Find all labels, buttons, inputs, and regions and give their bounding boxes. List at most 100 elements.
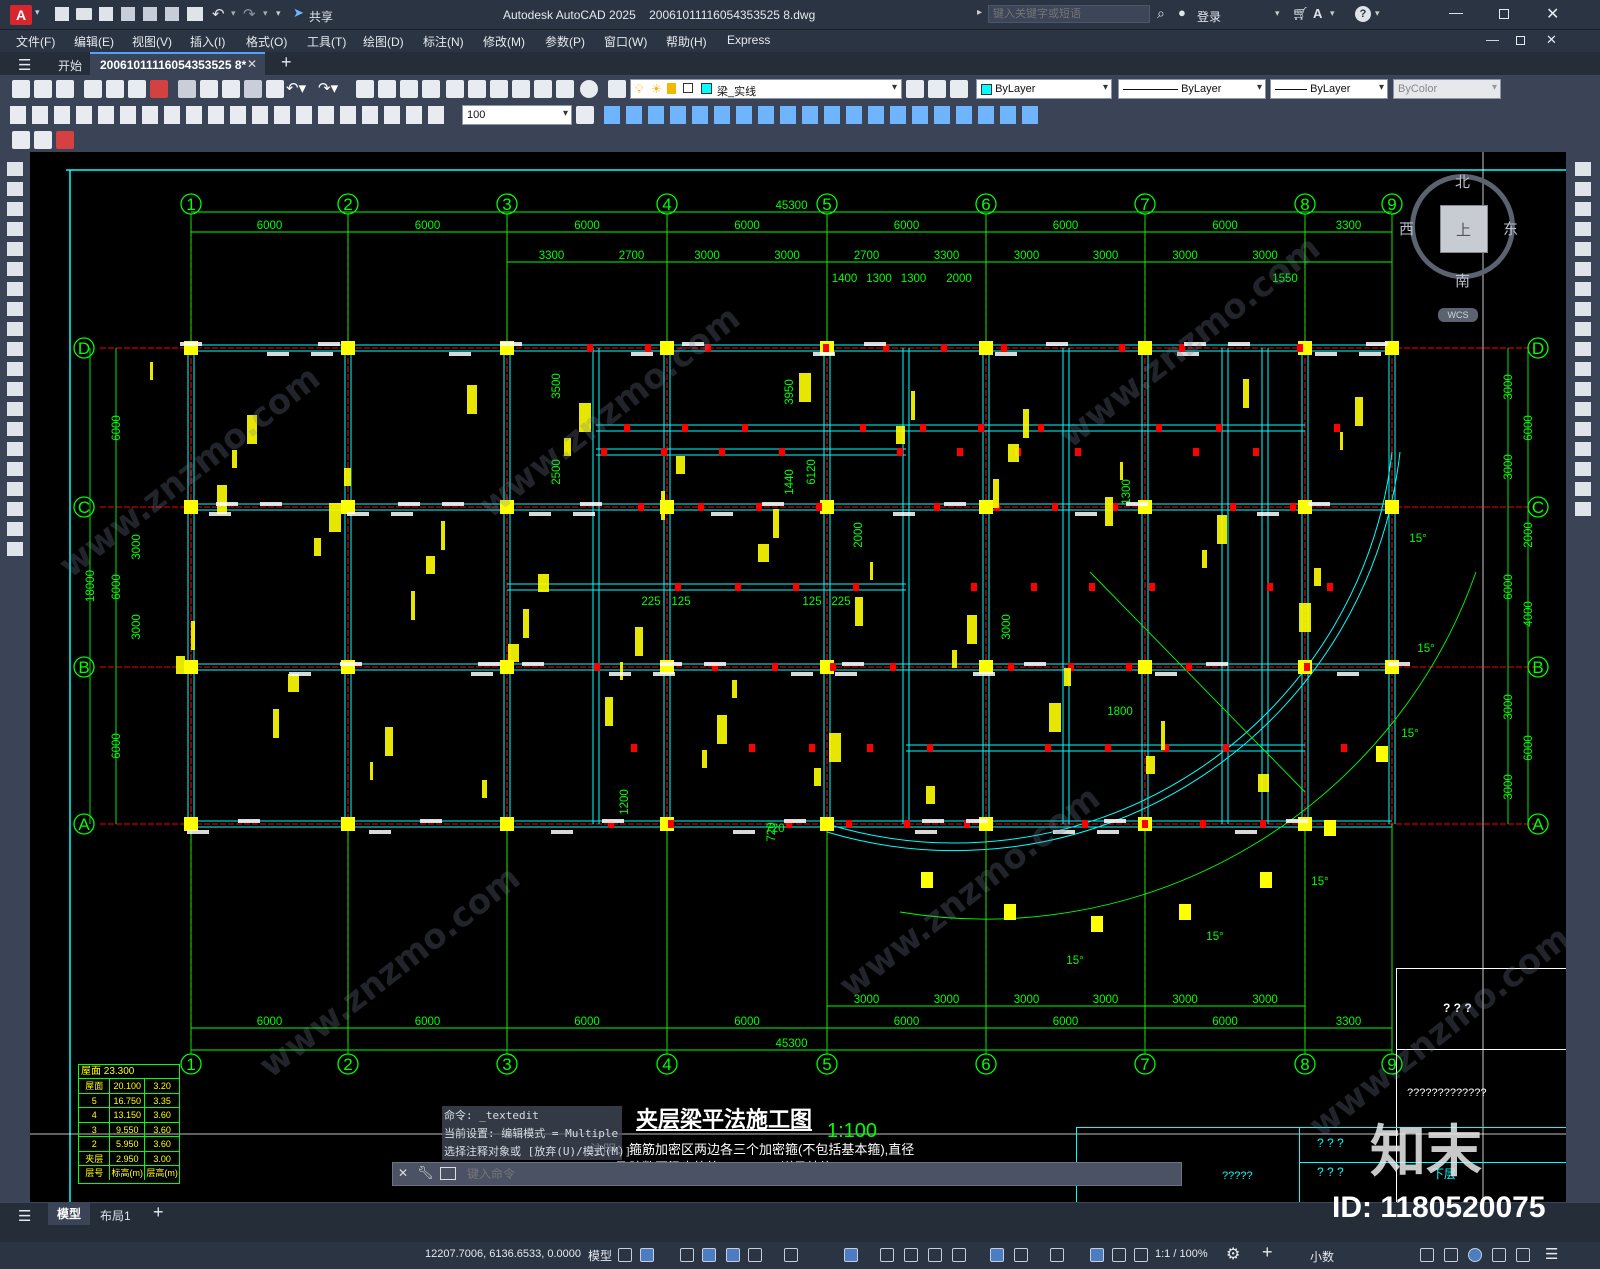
dimscale-dropdown-icon[interactable]: ▾ <box>563 108 568 119</box>
add-plus-icon[interactable]: + <box>1262 1242 1273 1263</box>
polar-icon[interactable] <box>702 1248 716 1262</box>
viewcube-south[interactable]: 南 <box>1455 270 1470 291</box>
menu-file[interactable]: 文件(F) <box>16 33 55 50</box>
isolate-objects-icon[interactable] <box>1468 1248 1482 1262</box>
toolbar-plot-icon[interactable] <box>128 80 146 98</box>
lock-ui-icon[interactable] <box>1444 1248 1458 1262</box>
login-dropdown-icon[interactable]: ▾ <box>1275 8 1280 19</box>
hardware-accel-icon[interactable] <box>1492 1248 1506 1262</box>
autoscale-icon[interactable] <box>1112 1248 1126 1262</box>
viewcube-east[interactable]: 东 <box>1503 218 1518 239</box>
help-icon[interactable]: ? <box>1355 6 1371 22</box>
plotstyle-dropdown-icon[interactable]: ▾ <box>1492 82 1497 93</box>
toolbar-cut-icon[interactable] <box>178 80 196 98</box>
share-button[interactable]: 共享 <box>309 8 333 25</box>
toolbar-open-icon[interactable] <box>34 80 52 98</box>
isodraft-icon[interactable] <box>726 1248 740 1262</box>
toolbar-help-icon[interactable] <box>580 80 598 98</box>
redo-dropdown-icon[interactable]: ▾ <box>263 8 268 19</box>
command-customize-icon[interactable]: 🔧︎ <box>417 1165 434 1181</box>
menu-express[interactable]: Express <box>727 33 770 47</box>
toolbar-markup-icon[interactable] <box>534 80 552 98</box>
make-current-layer-icon[interactable] <box>906 80 924 98</box>
osnap3d-icon[interactable] <box>844 1248 858 1262</box>
units-icon[interactable] <box>1050 1248 1064 1262</box>
viewcube-top-face[interactable]: 上 <box>1440 205 1488 253</box>
menu-view[interactable]: 视图(V) <box>132 33 172 50</box>
user-icon[interactable]: ● <box>1178 5 1186 20</box>
toolbar-publish-icon[interactable] <box>150 80 168 98</box>
workspace-icon[interactable] <box>1014 1248 1028 1262</box>
color-dropdown-icon[interactable]: ▾ <box>1103 82 1108 93</box>
menu-help[interactable]: 帮助(H) <box>666 33 707 50</box>
menu-parametric[interactable]: 参数(P) <box>545 33 585 50</box>
wcs-button[interactable]: WCS <box>1438 308 1478 322</box>
settings-gear-icon[interactable]: ⚙ <box>1226 1244 1240 1264</box>
customize-statusbar-icon[interactable]: ☰ <box>1545 1245 1558 1263</box>
search-arrow-icon[interactable]: ▸ <box>977 7 982 18</box>
menu-format[interactable]: 格式(O) <box>246 33 287 50</box>
quick-access-open-icon[interactable] <box>76 8 92 20</box>
modify-tools-column[interactable] <box>1575 162 1591 522</box>
annotation-visibility-icon[interactable] <box>1090 1248 1104 1262</box>
layer-plot-icon[interactable] <box>683 83 693 93</box>
close-icon[interactable]: ✕ <box>1546 4 1559 24</box>
tab-model[interactable]: 模型 <box>48 1203 90 1225</box>
linetype-dropdown-icon[interactable]: ▾ <box>1257 82 1262 93</box>
layout-menu-icon[interactable]: ☰ <box>18 1207 31 1225</box>
help-search-input[interactable] <box>988 5 1150 23</box>
viewcube-north[interactable]: 北 <box>1455 171 1470 192</box>
autodesk-app-dropdown-icon[interactable]: ▾ <box>1330 8 1335 19</box>
hamburger-menu-icon[interactable]: ☰ <box>18 56 31 74</box>
otrack-icon[interactable] <box>748 1248 762 1262</box>
doc-close-icon[interactable]: ✕ <box>1546 32 1557 48</box>
toolbar-paste-icon[interactable] <box>222 80 240 98</box>
dimscale-tool-icon[interactable] <box>576 106 594 124</box>
ortho-icon[interactable] <box>680 1248 694 1262</box>
toolbar-pan-icon[interactable] <box>356 80 374 98</box>
extra-tool-2-icon[interactable] <box>34 131 52 149</box>
toolbar-toolpalettes-icon[interactable] <box>490 80 508 98</box>
toolbar-blockeditor-icon[interactable] <box>266 80 284 98</box>
drawing-svg[interactable]: 112233445566778899D DC CB BA A 4530045300600… <box>30 152 1566 1202</box>
snap-icon[interactable] <box>640 1248 654 1262</box>
help-dropdown-icon[interactable]: ▾ <box>1375 8 1380 19</box>
command-input[interactable] <box>467 1165 1167 1183</box>
toolbar-designcenter-icon[interactable] <box>468 80 486 98</box>
annotation-scale-icon[interactable] <box>1134 1248 1148 1262</box>
quick-access-saveall-icon[interactable] <box>121 7 135 21</box>
menu-dimension[interactable]: 标注(N) <box>423 33 464 50</box>
tab-start[interactable]: 开始 <box>58 57 82 74</box>
annotation-scale-value[interactable]: 1:1 / 100% <box>1155 1248 1208 1260</box>
viewcube[interactable]: 北 南 西 东 上 <box>1399 171 1518 290</box>
toolbar-undo-icon[interactable]: ↶▾ <box>286 79 306 97</box>
menu-tools[interactable]: 工具(T) <box>307 33 346 50</box>
menu-edit[interactable]: 编辑(E) <box>74 33 114 50</box>
quick-access-new-icon[interactable] <box>55 7 69 21</box>
quick-access-print-icon[interactable] <box>187 7 203 21</box>
tab-close-icon[interactable]: ✕ <box>247 57 257 71</box>
drawing-canvas[interactable]: 112233445566778899DDCCBBAA 45300 45300 600… <box>30 152 1566 1202</box>
menu-insert[interactable]: 插入(I) <box>190 33 225 50</box>
plotstyle-combo[interactable]: ByColor ▾ <box>1393 79 1501 99</box>
login-button[interactable]: 登录 <box>1197 8 1221 25</box>
osnap-icon[interactable] <box>784 1248 798 1262</box>
command-close-icon[interactable]: ✕ <box>398 1166 408 1180</box>
undo-icon[interactable]: ↶ <box>212 5 225 23</box>
coordinates-readout[interactable]: 12207.7006, 6136.6533, 0.0000 <box>425 1248 581 1260</box>
toolbar-print-icon[interactable] <box>84 80 102 98</box>
lineweight-icon[interactable] <box>880 1248 894 1262</box>
menu-modify[interactable]: 修改(M) <box>483 33 525 50</box>
selection-cycling-icon[interactable] <box>928 1248 942 1262</box>
annotation-monitor-icon[interactable] <box>990 1248 1004 1262</box>
lineweight-combo[interactable]: ByLayer ▾ <box>1270 79 1388 99</box>
extra-tool-1-icon[interactable] <box>12 131 30 149</box>
draw-tools-column[interactable] <box>7 162 23 562</box>
doc-minimize-icon[interactable]: — <box>1486 32 1499 47</box>
gizmo-icon[interactable] <box>952 1248 966 1262</box>
search-icon[interactable]: ⌕ <box>1157 5 1165 22</box>
layer-combo[interactable]: 💡︎ ☀ 梁_实线 ▾ <box>630 79 902 99</box>
quick-access-saveas-icon[interactable] <box>143 7 157 21</box>
share-icon[interactable]: ➤ <box>293 5 304 21</box>
toolbar-copy-icon[interactable] <box>200 80 218 98</box>
